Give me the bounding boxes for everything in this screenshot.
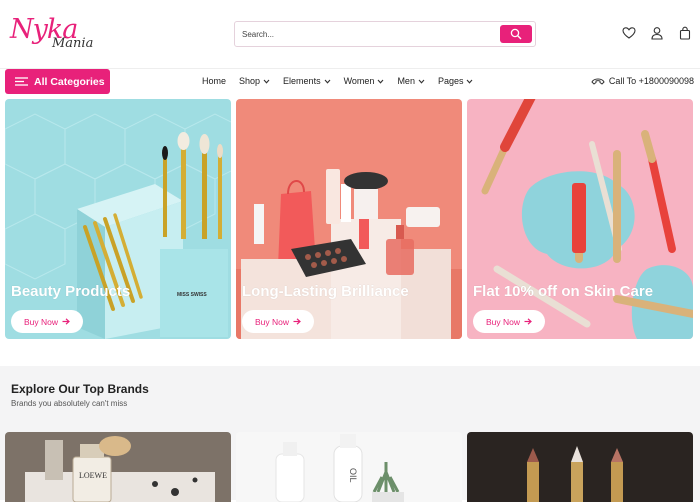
chevron-down-icon [418,79,425,84]
arrow-right-icon [293,318,301,325]
banner-image-lip-gloss [467,99,693,339]
arrow-right-icon [524,318,532,325]
search-button[interactable] [500,25,532,43]
svg-text:LOEWE: LOEWE [79,471,107,480]
buy-now-button[interactable]: Buy Now [11,310,84,333]
banner-image-brushes: MISS SWISS [5,99,231,339]
banner-title: Beauty Products [11,283,131,300]
brand-image-perfume: LOEWE [5,432,231,502]
site-header: Nyka Mania [0,0,700,68]
header-icons [622,26,692,40]
nav-item-label: Men [397,76,415,86]
cart-button[interactable] [678,26,692,40]
nav-item-elements[interactable]: Elements [283,76,331,86]
brand-tile[interactable] [467,432,693,502]
buy-now-button[interactable]: Buy Now [242,310,315,333]
nav-item-label: Shop [239,76,261,86]
nav-item-home[interactable]: Home [202,76,226,86]
banner-image-cosmetics [236,99,462,339]
brand-image-lipsticks [467,432,693,502]
nav-item-label: Elements [283,76,321,86]
buy-now-label: Buy Now [255,316,290,327]
chevron-down-icon [324,79,330,84]
search-icon [510,28,522,40]
nav-item-men[interactable]: Men [397,76,425,86]
main-navigation: All Categories Home Shop Elements Women … [0,68,700,96]
nav-item-label: Pages [437,76,464,86]
svg-text:MISS SWISS: MISS SWISS [177,292,207,298]
chevron-down-icon [467,79,473,84]
arrow-right-icon [62,318,70,325]
buy-now-label: Buy Now [24,316,59,327]
site-logo[interactable]: Nyka Mania [10,14,100,56]
banner-title: Long-Lasting Brilliance [242,283,409,300]
top-brands-section: Explore Our Top Brands Brands you absolu… [0,366,700,502]
nav-item-women[interactable]: Women [344,76,385,86]
banner-long-lasting[interactable]: Long-Lasting Brilliance Buy Now [236,99,462,339]
nav-item-label: Home [202,76,227,86]
chevron-down-icon [378,79,384,84]
menu-lines-icon [15,77,28,86]
brands-subtitle: Brands you absolutely can't miss [11,399,128,408]
banner-skin-care[interactable]: Flat 10% off on Skin Care Buy Now [467,99,693,339]
banner-title: Flat 10% off on Skin Care [473,283,654,300]
brand-tile[interactable]: LOEWE [5,432,231,502]
brand-tiles: LOEWE OIL [5,432,695,502]
banner-beauty-products[interactable]: MISS SWISS Beauty Products Buy Now [5,99,231,339]
buy-now-label: Buy Now [486,316,521,327]
user-icon [651,27,663,40]
bag-icon [679,26,691,40]
wishlist-button[interactable] [622,26,636,40]
call-text: Call To +1800090098 [608,76,694,86]
search-bar [234,21,536,47]
all-categories-button[interactable]: All Categories [5,69,110,94]
logo-sub-text: Mania [52,36,94,51]
brand-tile[interactable]: OIL [236,432,462,502]
buy-now-button[interactable]: Buy Now [473,310,546,333]
heart-icon [622,27,636,39]
brand-image-skincare: OIL [236,432,462,502]
nav-menu: Home Shop Elements Women Men Pages [202,76,486,86]
chevron-down-icon [263,79,270,84]
svg-text:OIL: OIL [348,468,358,483]
hero-banners: MISS SWISS Beauty Products Buy Now Long-… [5,99,695,339]
phone-icon [591,78,605,85]
all-categories-label: All Categories [34,75,105,88]
nav-item-pages[interactable]: Pages [438,76,474,86]
brands-title: Explore Our Top Brands [11,382,149,396]
nav-item-shop[interactable]: Shop [239,76,270,86]
call-link[interactable]: Call To +1800090098 [591,76,694,86]
nav-item-label: Women [343,76,375,86]
account-button[interactable] [650,26,664,40]
search-input[interactable] [235,22,497,46]
